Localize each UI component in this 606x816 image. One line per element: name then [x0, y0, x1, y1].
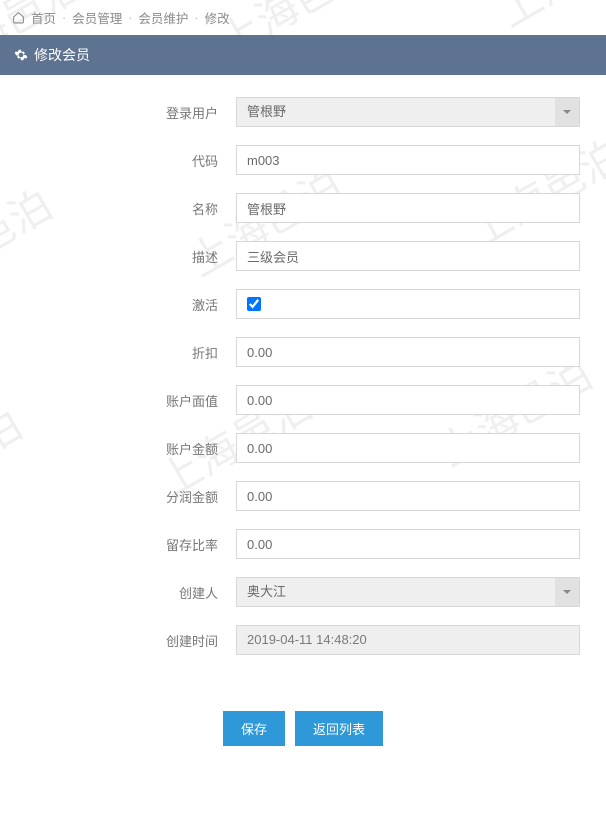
- active-checkbox[interactable]: [247, 297, 261, 311]
- label-login-user: 登录用户: [16, 103, 236, 122]
- profit-input[interactable]: [236, 481, 580, 511]
- name-input[interactable]: [236, 193, 580, 223]
- retain-input[interactable]: [236, 529, 580, 559]
- face-value-input[interactable]: [236, 385, 580, 415]
- created-at-value: 2019-04-11 14:48:20: [236, 625, 580, 655]
- label-active: 激活: [16, 295, 236, 314]
- label-balance: 账户金额: [16, 439, 236, 458]
- home-icon: [12, 11, 25, 24]
- form: 登录用户 管根野 代码 名称 描述 激活 折扣: [0, 75, 606, 681]
- label-created-at: 创建时间: [16, 631, 236, 650]
- breadcrumb-sep: ·: [128, 11, 132, 25]
- creator-select[interactable]: 奥大江: [236, 577, 580, 607]
- breadcrumb-sep: ·: [194, 11, 198, 25]
- breadcrumb: 首页 · 会员管理 · 会员维护 · 修改: [0, 0, 606, 35]
- label-name: 名称: [16, 199, 236, 218]
- back-to-list-button[interactable]: 返回列表: [295, 711, 383, 746]
- balance-input[interactable]: [236, 433, 580, 463]
- label-code: 代码: [16, 151, 236, 170]
- save-button[interactable]: 保存: [223, 711, 285, 746]
- breadcrumb-current: 修改: [205, 8, 230, 27]
- label-face-value: 账户面值: [16, 391, 236, 410]
- panel-title: 修改会员: [34, 45, 90, 65]
- code-input[interactable]: [236, 145, 580, 175]
- label-profit: 分润金额: [16, 487, 236, 506]
- desc-input[interactable]: [236, 241, 580, 271]
- discount-input[interactable]: [236, 337, 580, 367]
- breadcrumb-l2[interactable]: 会员维护: [138, 8, 188, 27]
- login-user-value: 管根野: [247, 98, 286, 126]
- label-desc: 描述: [16, 247, 236, 266]
- label-creator: 创建人: [16, 583, 236, 602]
- creator-value: 奥大江: [247, 578, 286, 606]
- form-actions: 保存 返回列表: [0, 681, 606, 766]
- chevron-down-icon: [555, 578, 579, 606]
- label-discount: 折扣: [16, 343, 236, 362]
- gear-icon: [14, 48, 28, 62]
- breadcrumb-sep: ·: [62, 11, 66, 25]
- breadcrumb-home[interactable]: 首页: [31, 8, 56, 27]
- panel-header: 修改会员: [0, 35, 606, 75]
- login-user-select[interactable]: 管根野: [236, 97, 580, 127]
- breadcrumb-l1[interactable]: 会员管理: [72, 8, 122, 27]
- label-retain: 留存比率: [16, 535, 236, 554]
- chevron-down-icon: [555, 98, 579, 126]
